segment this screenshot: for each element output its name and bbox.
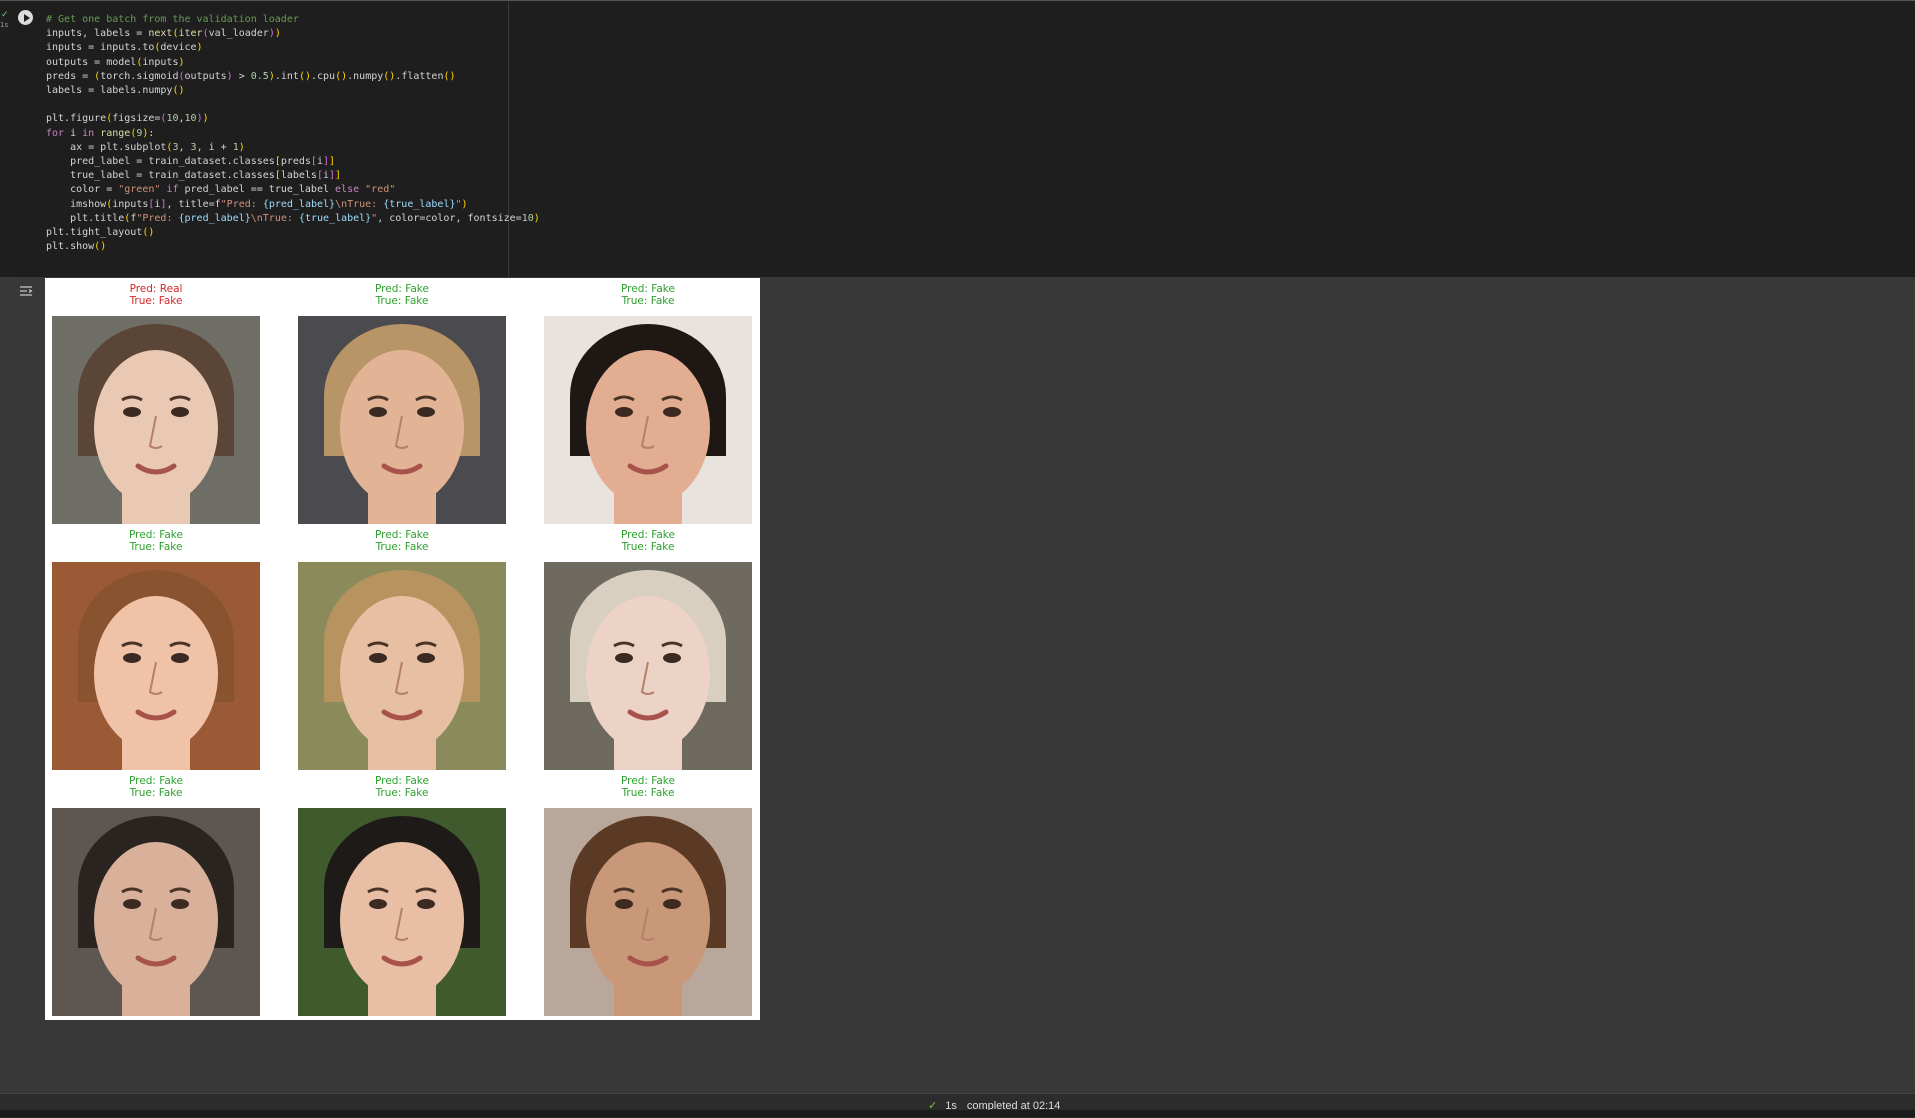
subplot-title-true: True: Fake	[375, 295, 429, 307]
bottom-edge	[0, 1110, 1915, 1117]
code-line: true_label = train_dataset.classes[label…	[46, 170, 342, 182]
subplot-title-true: True: Fake	[129, 295, 183, 307]
subplot-title-true: True: Fake	[129, 541, 183, 553]
code-line: ax = plt.subplot(3, 3, i + 1)	[46, 141, 245, 153]
face-image	[544, 808, 752, 1016]
code-line: plt.tight_layout()	[46, 227, 155, 239]
code-line: plt.title(f"Pred: {pred_label}\nTrue: {t…	[46, 212, 540, 224]
subplot-title-pred: Pred: Fake	[375, 529, 429, 541]
subplot-title-true: True: Fake	[621, 787, 675, 799]
subplot-panel: Pred: Real True: Fake	[52, 283, 260, 524]
code-line: inputs = inputs.to(device)	[46, 42, 203, 54]
subplot-title-true: True: Fake	[621, 541, 675, 553]
code-line: preds = (torch.sigmoid(outputs) > 0.5).i…	[46, 70, 456, 82]
subplot-panel: Pred: Fake True: Fake	[298, 283, 506, 524]
code-line: pred_label = train_dataset.classes[preds…	[46, 156, 336, 168]
code-text[interactable]: # Get one batch from the validation load…	[46, 13, 540, 254]
subplot-panel: Pred: Fake True: Fake	[298, 529, 506, 770]
subplot-panel: Pred: Fake True: Fake	[52, 775, 260, 1016]
face-image	[298, 316, 506, 524]
subplot-title-true: True: Fake	[621, 295, 675, 307]
subplot-title-true: True: Fake	[375, 787, 429, 799]
run-cell-button[interactable]	[18, 10, 33, 25]
subplot-title-pred: Pred: Real	[129, 283, 183, 295]
code-line: inputs, labels = next(iter(val_loader))	[46, 28, 281, 40]
check-icon: ✓	[1, 10, 9, 20]
subplot-title-pred: Pred: Fake	[621, 283, 675, 295]
face-image	[52, 316, 260, 524]
code-line: color = "green" if pred_label == true_la…	[46, 184, 396, 196]
subplot-title-true: True: Fake	[375, 541, 429, 553]
face-image	[52, 808, 260, 1016]
code-cell[interactable]: ✓ 1s # Get one batch from the validation…	[0, 1, 1915, 277]
code-line: labels = labels.numpy()	[46, 85, 185, 97]
face-image	[298, 562, 506, 770]
code-line: for i in range(9):	[46, 127, 155, 139]
subplot-panel: Pred: Fake True: Fake	[544, 529, 752, 770]
execution-status: ✓ 1s	[0, 11, 10, 31]
subplot-title-pred: Pred: Fake	[621, 775, 675, 787]
subplot-panel: Pred: Fake True: Fake	[544, 775, 752, 1016]
subplot-panel: Pred: Fake True: Fake	[52, 529, 260, 770]
code-editor[interactable]: # Get one batch from the validation load…	[10, 1, 540, 277]
subplot-title-pred: Pred: Fake	[375, 775, 429, 787]
output-options-icon[interactable]	[19, 283, 33, 297]
subplot-panel: Pred: Fake True: Fake	[298, 775, 506, 1016]
output-figure: Pred: Real True: Fake Pred: Fake True: Fake…	[45, 278, 760, 1020]
subplot-title-pred: Pred: Fake	[375, 283, 429, 295]
subplot-panel: Pred: Fake True: Fake	[544, 283, 752, 524]
subplot-title-true: True: Fake	[129, 787, 183, 799]
code-line: plt.show()	[46, 241, 107, 253]
face-image	[52, 562, 260, 770]
subplot-title-pred: Pred: Fake	[129, 529, 183, 541]
subplot-title-pred: Pred: Fake	[621, 529, 675, 541]
code-line: plt.figure(figsize=(10,10))	[46, 113, 209, 125]
face-image	[544, 562, 752, 770]
code-line: imshow(inputs[i], title=f"Pred: {pred_la…	[46, 198, 468, 210]
code-line: outputs = model(inputs)	[46, 56, 185, 68]
face-image	[544, 316, 752, 524]
code-line: # Get one batch from the validation load…	[46, 14, 299, 25]
subplot-title-pred: Pred: Fake	[129, 775, 183, 787]
execution-time: 1s	[0, 21, 9, 29]
face-image	[298, 808, 506, 1016]
